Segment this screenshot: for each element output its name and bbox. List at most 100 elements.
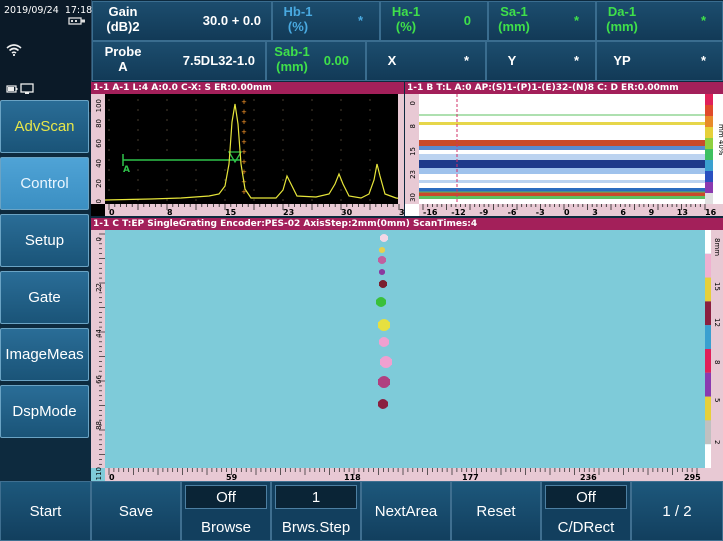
sidebar-item-label: Setup <box>24 232 65 249</box>
start-label: Start <box>29 502 62 520</box>
bscan-y-tick: 30 <box>409 193 417 202</box>
bscan-x-tick: 6 <box>620 208 626 216</box>
ascan-y-tick: 80 <box>95 119 103 128</box>
bscan-x-tick: -6 <box>508 208 517 216</box>
cursor-mark: + <box>241 127 246 137</box>
sidebar-item-label: Control <box>20 175 69 192</box>
cdrect-label: C/DRect <box>557 519 615 536</box>
bscan-scale-label: mm 40% <box>717 124 723 156</box>
page-indicator: 1 / 2 <box>662 502 692 520</box>
bscan-x-tick: -3 <box>536 208 545 216</box>
cscan-y-tick: 22 <box>95 283 103 292</box>
param-value: 0 <box>463 13 471 28</box>
ascan-x-tick: 23 <box>283 208 294 216</box>
param-value: * <box>700 13 706 28</box>
bscan-y-tick: 15 <box>409 147 417 156</box>
ascan-x-tick: 30 <box>341 208 353 216</box>
bscan-x-tick: 13 <box>677 208 688 216</box>
param-r2-2[interactable]: X * <box>366 41 486 81</box>
param-value: * <box>700 53 706 68</box>
param-label: Y <box>507 53 517 68</box>
cdrect-value: Off <box>545 485 627 509</box>
cursor-mark: + <box>241 147 246 157</box>
param-label: Hb-1 (%) <box>283 4 313 34</box>
sidebar-item-control[interactable]: Control <box>0 157 89 210</box>
cscan-y-tick: 110 <box>95 467 103 480</box>
param-label: Ha-1 (%) <box>391 4 421 34</box>
param-r2-1[interactable]: Sab-1 (mm) 0.00 <box>266 41 366 81</box>
bscan-y-tick: 0 <box>409 101 417 105</box>
bscan-x-tick: -9 <box>479 208 488 216</box>
browse-step-label: Brws.Step <box>281 519 351 536</box>
sidebar-item-advscan[interactable]: AdvScan <box>0 100 89 153</box>
reset-label: Reset <box>476 502 516 520</box>
ascan-y-tick: 40 <box>95 159 103 168</box>
cscan-scale-tick: 8mm <box>713 238 721 256</box>
sidebar-item-dspmode[interactable]: DspMode <box>0 385 89 438</box>
ascan-header: 1-1 A-1 L:4 A:0.0 C-X: S ER:0.00mm <box>91 82 404 94</box>
wifi-icon <box>6 44 22 56</box>
bscan-header: 1-1 B T:L A:0 AP:(S)1-(P)1-(E)32-(N)8 C:… <box>405 82 723 94</box>
save-button[interactable]: Save <box>91 481 181 541</box>
save-label: Save <box>118 502 154 520</box>
ascan-y-tick: 100 <box>95 99 103 112</box>
status-panel: 2019/09/24 17:18 <box>0 0 92 112</box>
param-r2-3[interactable]: Y * <box>486 41 596 81</box>
param-value: * <box>573 53 579 68</box>
battery-monitor-icon <box>6 83 34 94</box>
param-r1-0[interactable]: Gain (dB)2 30.0 + 0.0 <box>92 1 272 41</box>
cscan-y-tick: 88 <box>95 421 103 430</box>
bscan-x-tick: 9 <box>649 208 655 216</box>
ascan-x-tick: 38 <box>399 208 404 216</box>
param-label: Gain (dB)2 <box>106 4 140 34</box>
cursor-mark: + <box>241 107 246 117</box>
ascan-x-tick: 0 <box>109 208 115 216</box>
sidebar-item-gate[interactable]: Gate <box>0 271 89 324</box>
bscan-y-tick: 23 <box>409 170 417 179</box>
sidebar-item-label: ImageMeas <box>5 346 84 363</box>
usb-icon <box>68 17 85 25</box>
cdrect-button[interactable]: Off C/DRect <box>541 481 631 541</box>
browse-step-button[interactable]: 1 Brws.Step <box>271 481 361 541</box>
param-label: Sab-1 (mm) <box>274 44 310 74</box>
param-r2-0[interactable]: Probe A 7.5DL32-1.0 <box>92 41 266 81</box>
start-button[interactable]: Start <box>0 481 91 541</box>
cursor-mark: + <box>241 117 246 127</box>
bscan-x-tick: 0 <box>564 208 570 216</box>
param-value: * <box>573 13 579 28</box>
sidebar-item-label: AdvScan <box>14 118 75 135</box>
page-indicator-button[interactable]: 1 / 2 <box>631 481 723 541</box>
bscan-x-tick: 3 <box>592 208 598 216</box>
param-value: * <box>357 13 363 28</box>
sidebar-item-imagemeas[interactable]: ImageMeas <box>0 328 89 381</box>
bscan-view[interactable]: 0 8 15 23 30 mm 40% -16 -12 -9 -6 -3 0 3 6 9 13 16 <box>405 94 723 216</box>
cscan-y-tick: 44 <box>95 328 103 337</box>
cscan-view[interactable]: 0224466881108mm1512852059118177236295 <box>91 230 723 481</box>
param-value: 7.5DL32-1.0 <box>182 53 255 68</box>
cscan-scale-tick: 2 <box>713 440 721 444</box>
sidebar-item-setup[interactable]: Setup <box>0 214 89 267</box>
reset-button[interactable]: Reset <box>451 481 541 541</box>
browse-button[interactable]: Off Browse <box>181 481 271 541</box>
param-r1-1[interactable]: Hb-1 (%) * <box>272 1 380 41</box>
param-label: Probe A <box>104 44 142 74</box>
browse-value: Off <box>185 485 267 509</box>
ascan-view[interactable]: 1008060402000815233038++++++++++A <box>91 94 404 216</box>
param-r1-4[interactable]: Da-1 (mm) * <box>596 1 723 41</box>
param-value: 30.0 + 0.0 <box>202 13 261 28</box>
param-label: Sa-1 (mm) <box>498 4 530 34</box>
browse-label: Browse <box>200 519 252 536</box>
sidebar-item-label: Gate <box>28 289 61 306</box>
bscan-x-tick: 16 <box>705 208 717 216</box>
browse-step-value: 1 <box>275 485 357 509</box>
cscan-scale-tick: 15 <box>713 282 721 291</box>
next-area-button[interactable]: NextArea <box>361 481 451 541</box>
param-r1-3[interactable]: Sa-1 (mm) * <box>488 1 596 41</box>
sidebar-item-label: DspMode <box>12 403 77 420</box>
cscan-x-tick: 0 <box>109 473 115 481</box>
param-r2-4[interactable]: YP * <box>596 41 723 81</box>
cscan-x-tick: 295 <box>684 473 701 481</box>
param-r1-2[interactable]: Ha-1 (%) 0 <box>380 1 488 41</box>
bscan-x-tick: -16 <box>423 208 438 216</box>
bscan-y-tick: 8 <box>409 124 417 128</box>
